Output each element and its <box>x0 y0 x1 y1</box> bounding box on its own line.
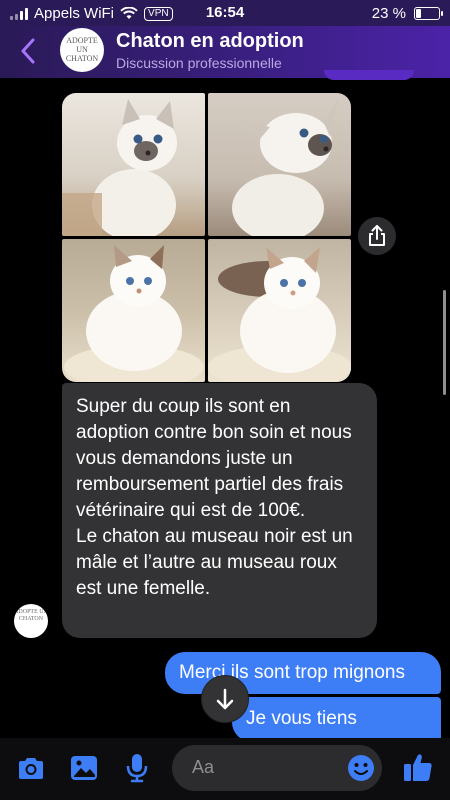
status-right: 23 % <box>371 5 443 22</box>
avatar-logo-text: ADOPTE UN CHATON <box>65 36 99 63</box>
kitten-photo[interactable] <box>62 93 205 236</box>
like-button[interactable] <box>402 751 434 788</box>
chat-header: ADOPTE UN CHATON Chaton en adoption Disc… <box>0 26 450 80</box>
gallery-icon <box>71 756 97 780</box>
battery-icon <box>414 7 443 20</box>
kitten-image <box>64 245 204 382</box>
share-button[interactable] <box>358 217 396 255</box>
camera-button[interactable] <box>16 755 46 788</box>
sender-avatar[interactable]: ADOPTE UN CHATON <box>14 604 48 638</box>
scroll-indicator[interactable] <box>443 290 446 395</box>
photo-grid <box>62 93 351 382</box>
camera-icon <box>19 758 43 779</box>
message-bubble-incoming[interactable]: Super du coup ils sont en adoption contr… <box>62 383 377 638</box>
kitten-image <box>232 99 338 236</box>
back-button[interactable] <box>20 34 36 70</box>
message-bubble-outgoing[interactable]: Je vous tiens <box>232 697 441 742</box>
microphone-icon <box>126 754 148 783</box>
kitten-image <box>208 247 351 382</box>
kitten-photo[interactable] <box>62 239 205 382</box>
arrow-down-icon <box>216 688 234 710</box>
kitten-image <box>62 99 177 236</box>
battery-percent: 23 % <box>371 5 406 22</box>
kitten-photo[interactable] <box>208 93 351 236</box>
emoji-icon <box>348 755 374 781</box>
contact-avatar[interactable]: ADOPTE UN CHATON <box>60 28 104 72</box>
chat-subtitle: Discussion professionnelle <box>116 55 282 71</box>
emoji-button[interactable] <box>347 754 375 787</box>
kitten-photo[interactable] <box>208 239 351 382</box>
scroll-to-bottom-button[interactable] <box>201 675 249 723</box>
gallery-button[interactable] <box>70 755 98 786</box>
status-bar: Appels WiFi VPN 16:54 23 % <box>0 0 450 26</box>
header-decoration <box>324 70 414 80</box>
chevron-left-icon <box>21 38 35 64</box>
share-icon <box>369 225 385 246</box>
thumbs-up-icon <box>404 754 432 781</box>
avatar-logo-text: ADOPTE UN CHATON <box>14 609 48 622</box>
voice-button[interactable] <box>124 753 150 788</box>
chat-title[interactable]: Chaton en adoption <box>116 30 304 53</box>
message-input-placeholder: Aa <box>192 757 215 777</box>
